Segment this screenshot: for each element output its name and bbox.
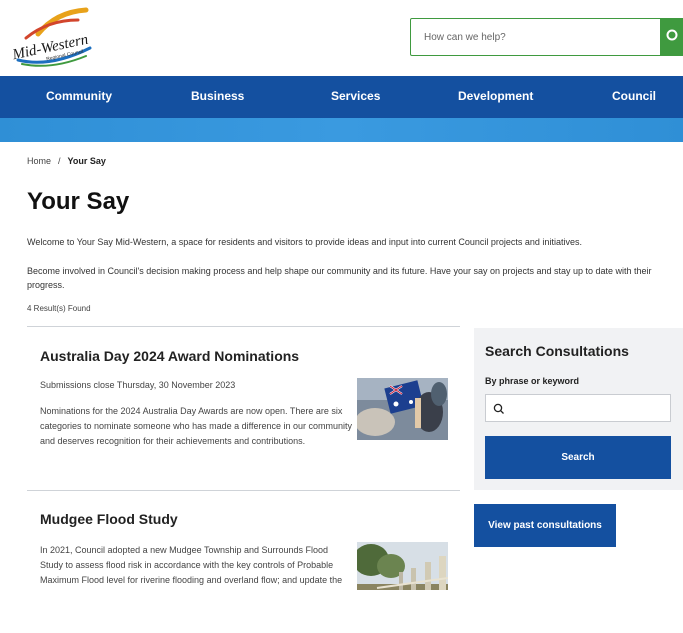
flood-study-photo: [357, 542, 448, 590]
card-title[interactable]: Mudgee Flood Study: [40, 511, 178, 527]
nav-item-services[interactable]: Services: [331, 89, 380, 103]
nav-accent-bar: [0, 118, 683, 142]
breadcrumb-current: Your Say: [67, 156, 106, 166]
site-search-input[interactable]: [411, 19, 661, 55]
logo-icon: Mid-Western Regional Council: [10, 7, 92, 67]
page-bottom-blank: [0, 590, 683, 633]
card-description: In 2021, Council adopted a new Mudgee To…: [40, 545, 343, 585]
list-divider: [27, 490, 460, 491]
keyword-label: By phrase or keyword: [485, 376, 580, 386]
site-search-field[interactable]: [410, 18, 670, 56]
nav-item-council[interactable]: Council: [612, 89, 656, 103]
search-consultations-title: Search Consultations: [485, 343, 629, 359]
breadcrumb-home[interactable]: Home: [27, 156, 51, 166]
nav-item-development[interactable]: Development: [458, 89, 533, 103]
search-icon: [493, 403, 504, 414]
keyword-search-input[interactable]: [508, 395, 668, 421]
breadcrumb-separator: /: [58, 156, 61, 166]
search-icon: [666, 29, 678, 41]
nav-item-community[interactable]: Community: [46, 89, 112, 103]
intro-paragraph-1: Welcome to Your Say Mid-Western, a space…: [27, 237, 582, 247]
search-button[interactable]: Search: [485, 436, 671, 479]
card-close-date: Submissions close Thursday, 30 November …: [40, 380, 236, 390]
main-nav: Community Business Services Development …: [0, 76, 683, 118]
search-consultations-panel: Search Consultations By phrase or keywor…: [474, 328, 683, 490]
site-search-button[interactable]: [660, 18, 683, 56]
results-count: 4 Result(s) Found: [27, 304, 91, 313]
card-title[interactable]: Australia Day 2024 Award Nominations: [40, 348, 299, 364]
card-description: Nominations for the 2024 Australia Day A…: [40, 406, 353, 446]
keyword-search-field[interactable]: [485, 394, 671, 422]
page-title: Your Say: [27, 188, 130, 215]
site-header: Mid-Western Regional Council: [0, 0, 683, 76]
council-logo[interactable]: Mid-Western Regional Council: [8, 4, 98, 68]
card-image-australia-flag[interactable]: [357, 378, 448, 440]
card-image-flood-study[interactable]: [357, 542, 448, 590]
view-past-consultations-button[interactable]: View past consultations: [474, 504, 616, 547]
intro-paragraph-2: Become involved in Council's decision ma…: [27, 266, 652, 290]
australia-day-photo: [357, 378, 448, 440]
breadcrumb: Home / Your Say: [27, 156, 106, 166]
list-divider: [27, 326, 460, 327]
nav-item-business[interactable]: Business: [191, 89, 244, 103]
